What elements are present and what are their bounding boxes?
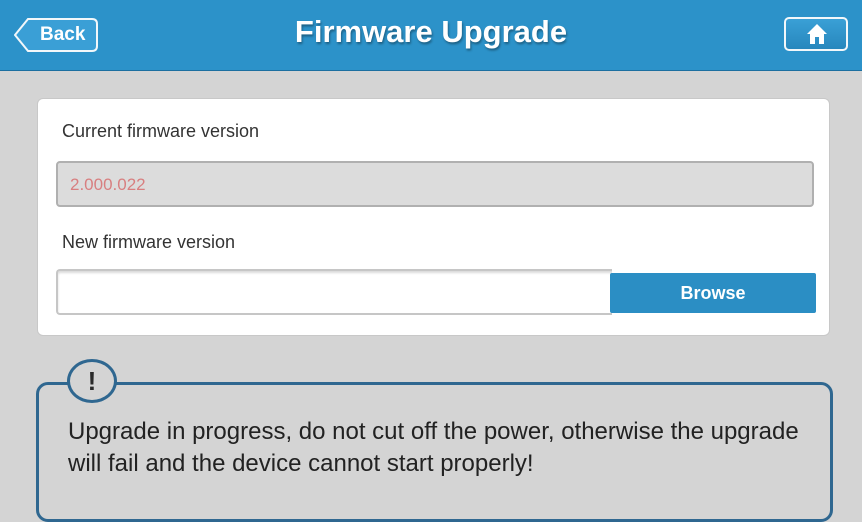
home-icon <box>807 24 827 44</box>
browse-button[interactable]: Browse <box>610 273 816 313</box>
new-firmware-input[interactable] <box>56 269 612 315</box>
current-firmware-field: 2.000.022 <box>56 161 814 207</box>
home-button[interactable] <box>784 17 848 51</box>
file-picker: Browse <box>56 269 816 315</box>
warning-text: Upgrade in progress, do not cut off the … <box>68 418 799 477</box>
firmware-card: Current firmware version 2.000.022 New f… <box>37 98 830 336</box>
new-firmware-label: New firmware version <box>62 232 236 252</box>
top-bar: Back Firmware Upgrade <box>0 0 862 71</box>
current-firmware-value: 2.000.022 <box>70 175 146 194</box>
page-title: Firmware Upgrade <box>294 14 568 49</box>
exclamation-icon: ! <box>67 359 117 403</box>
current-firmware-label: Current firmware version <box>62 121 260 141</box>
